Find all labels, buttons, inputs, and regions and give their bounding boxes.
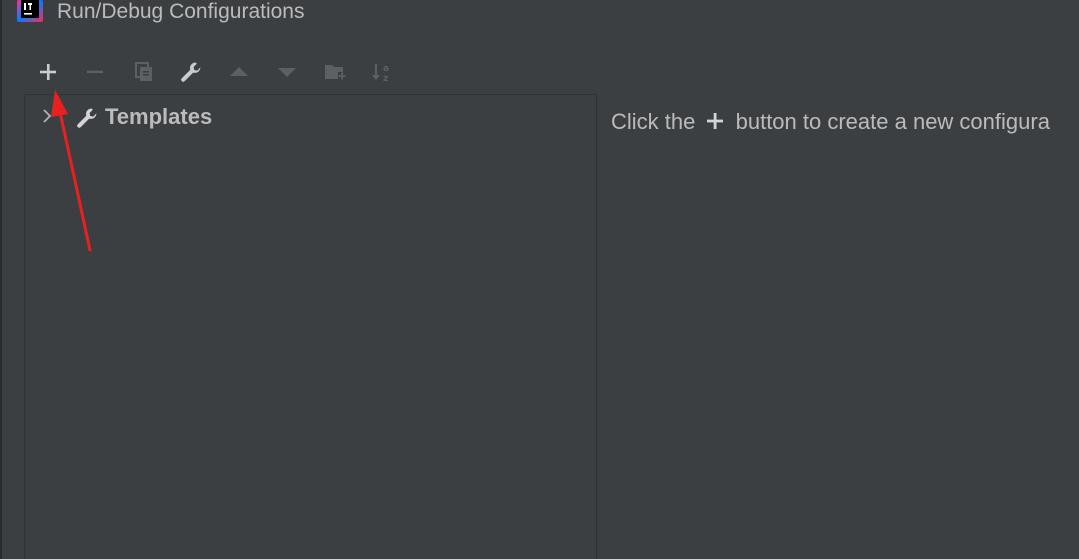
remove-button[interactable] <box>81 58 109 86</box>
empty-state-hint: Click the button to create a new configu… <box>611 107 1050 137</box>
hint-suffix: button to create a new configura <box>735 109 1050 134</box>
plus-icon <box>40 64 56 80</box>
wrench-icon <box>181 62 201 82</box>
configuration-details-panel: Click the button to create a new configu… <box>598 94 1079 559</box>
folder-plus-icon <box>325 65 346 80</box>
svg-text:z: z <box>383 74 388 84</box>
plus-icon <box>707 113 724 129</box>
configurations-tree: Templates <box>24 94 597 559</box>
intellij-idea-icon <box>17 0 43 22</box>
move-down-button[interactable] <box>273 58 301 86</box>
triangle-down-icon <box>278 68 296 77</box>
sort-az-icon: a z <box>372 64 389 84</box>
triangle-up-icon <box>230 67 248 76</box>
tree-node-templates[interactable]: Templates <box>33 101 333 131</box>
run-debug-configurations-dialog: Run/Debug Configurations a z Templates C… <box>0 0 1079 559</box>
move-up-button[interactable] <box>225 58 253 86</box>
edit-templates-button[interactable] <box>177 58 205 86</box>
svg-text:a: a <box>383 64 389 74</box>
wrench-icon <box>77 108 97 128</box>
sort-button[interactable]: a z <box>368 58 396 86</box>
copy-icon <box>135 62 152 81</box>
minus-icon <box>87 70 103 74</box>
copy-button[interactable] <box>130 58 158 86</box>
configurations-toolbar: a z <box>28 58 428 88</box>
new-folder-button[interactable] <box>321 58 349 86</box>
hint-prefix: Click the <box>611 109 696 134</box>
title-bar: Run/Debug Configurations <box>0 0 1079 28</box>
tree-label-templates: Templates <box>105 104 213 129</box>
window-title: Run/Debug Configurations <box>57 0 305 23</box>
add-button[interactable] <box>34 58 62 86</box>
window-edge <box>0 0 2 559</box>
chevron-right-icon[interactable] <box>39 107 55 125</box>
